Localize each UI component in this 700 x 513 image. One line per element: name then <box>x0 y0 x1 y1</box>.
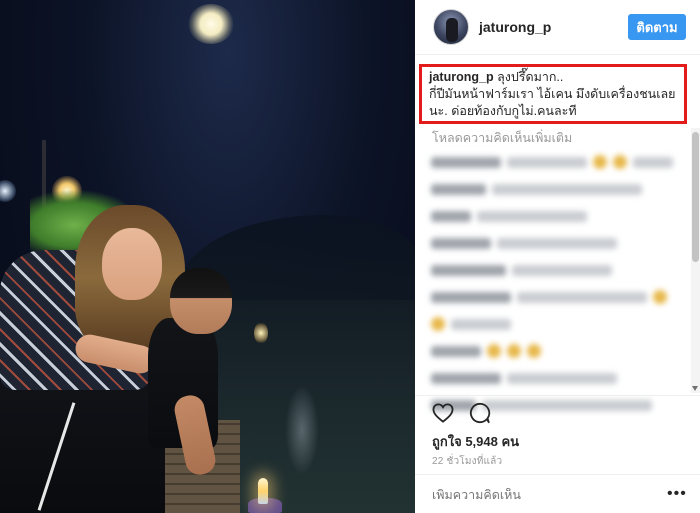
comment-list <box>431 150 683 411</box>
more-icon[interactable]: ••• <box>667 486 687 502</box>
like-count[interactable]: ถูกใจ 5,948 คน <box>432 431 519 452</box>
list-item <box>431 177 683 201</box>
woman-face <box>102 228 162 300</box>
caption: jaturong_p ลุงปรึ๊ดมาก.. กี่ปีมันหน้าฟาร… <box>429 69 679 120</box>
list-item <box>431 339 683 363</box>
action-bar <box>415 395 700 425</box>
caption-username[interactable]: jaturong_p <box>429 70 494 84</box>
woman-legs <box>0 370 165 513</box>
scroll-down-arrow[interactable] <box>692 386 698 391</box>
candle-smoke <box>285 385 319 475</box>
list-item <box>431 366 683 390</box>
list-item <box>431 150 683 174</box>
caption-line-1: ลุงปรึ๊ดมาก.. <box>497 70 564 84</box>
list-item <box>431 258 683 282</box>
caption-line-3: นะ. ด่อยท้องกับกูไม่.คนละที <box>429 104 577 118</box>
list-item <box>431 204 683 228</box>
distant-light <box>0 180 16 202</box>
avatar[interactable] <box>433 9 469 45</box>
username[interactable]: jaturong_p <box>479 19 551 35</box>
add-comment-input[interactable] <box>432 488 652 502</box>
post-photo[interactable] <box>0 0 415 513</box>
list-item <box>431 312 683 336</box>
load-more-comments-link[interactable]: โหลดความคิดเห็นเพิ่มเติม <box>432 128 572 148</box>
follow-button[interactable]: ติดตาม <box>628 14 686 40</box>
avatar-figure <box>446 18 458 42</box>
caption-line-2: กี่ปีมันหน้าฟาร์มเรา ไอ้เคน มึงดับเครื่อ… <box>429 87 676 101</box>
heart-icon[interactable] <box>432 403 454 423</box>
post-header: jaturong_p ติดตาม <box>415 0 700 55</box>
scroll-thumb[interactable] <box>692 132 699 262</box>
man-head <box>170 268 232 334</box>
add-comment-bar: ••• <box>415 474 700 513</box>
list-item <box>431 231 683 255</box>
comments-scrollbar[interactable] <box>691 128 700 393</box>
comments-panel: jaturong_p ติดตาม jaturong_p ลุงปรึ๊ดมาก… <box>415 0 700 513</box>
list-item <box>431 285 683 309</box>
candle <box>258 478 268 504</box>
comment-icon[interactable] <box>469 402 491 424</box>
floating-krathong-light <box>254 322 268 344</box>
moon <box>188 4 234 44</box>
post-timestamp: 22 ชั่วโมงที่แล้ว <box>432 456 503 467</box>
